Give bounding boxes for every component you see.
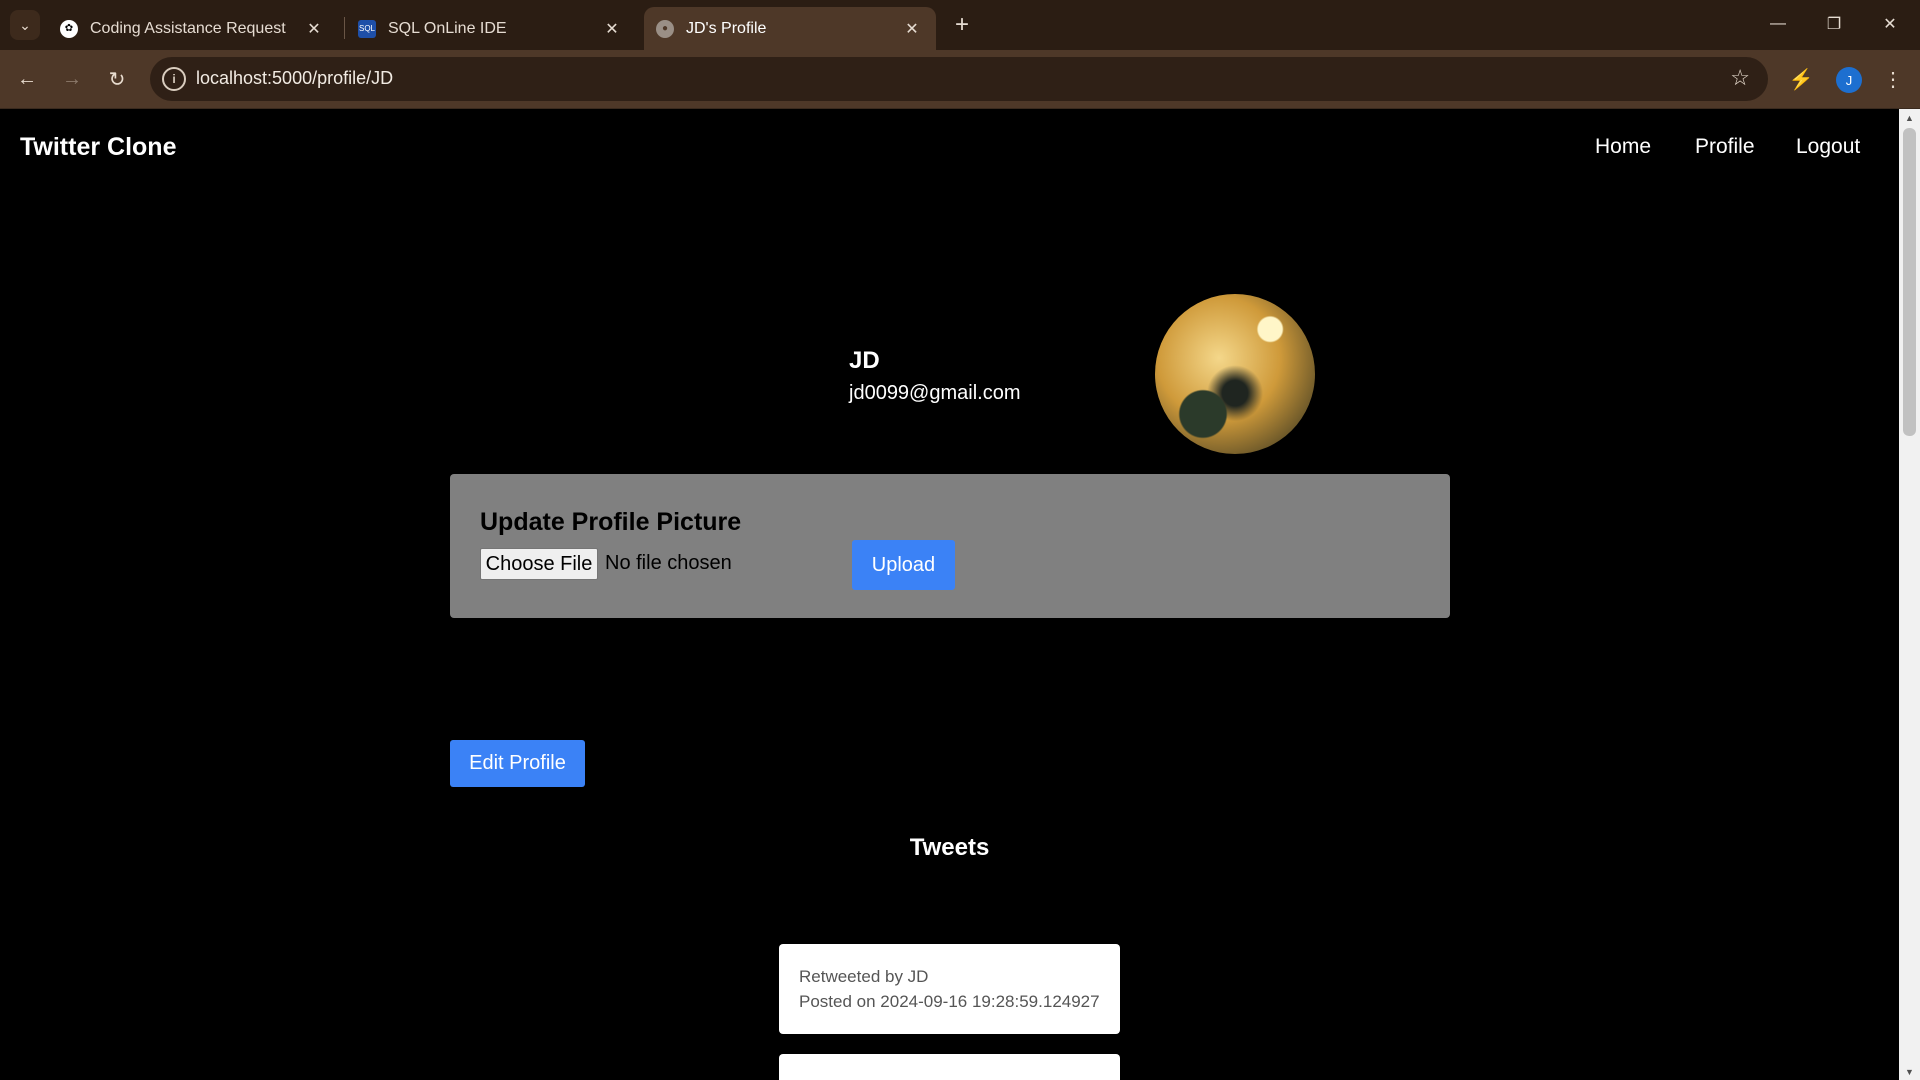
page-scrollbar[interactable]: ▲ ▼ [1899,109,1920,1080]
tab-title: JD's Profile [686,19,767,37]
tab-title: SQL OnLine IDE [388,19,507,37]
nav-link-home[interactable]: Home [1595,135,1651,159]
browser-toolbar: ← → ↻ i localhost:5000/profile/JD ☆ ⚡ ⋮ [0,50,1920,109]
restore-button[interactable]: ❐ [1806,0,1862,48]
tab-separator [344,17,345,39]
chevron-down-icon: ⌄ [19,16,31,33]
close-icon[interactable]: ✕ [304,19,324,39]
tweet-retweeted-by: Retweeted by JD [799,967,929,986]
bookmark-star-icon[interactable]: ☆ [1730,65,1750,91]
minimize-button[interactable]: — [1750,0,1806,48]
nav-link-profile[interactable]: Profile [1695,135,1755,159]
scroll-down-icon[interactable]: ▼ [1899,1063,1920,1080]
browser-profile-avatar[interactable]: J [1836,67,1862,93]
restore-icon: ❐ [1826,16,1842,33]
new-tab-button[interactable]: + [948,11,976,39]
address-bar[interactable]: i localhost:5000/profile/JD ☆ [150,57,1768,101]
plus-icon: + [954,11,969,38]
menu-button[interactable]: ⋮ [1878,64,1908,94]
file-status-text: No file chosen [605,552,732,574]
scrollbar-thumb[interactable] [1903,128,1916,436]
tweets-heading: Tweets [909,834,990,861]
edit-profile-button[interactable]: Edit Profile [450,740,585,787]
close-window-button[interactable]: ✕ [1862,0,1918,48]
tweet-timestamp: Posted on 2024-09-16 19:28:59.124927 [799,992,1100,1011]
close-icon[interactable]: ✕ [602,19,622,39]
arrow-right-icon: → [62,67,82,90]
extensions-button[interactable]: ⚡ [1786,64,1816,94]
profile-username: JD [849,347,880,374]
site-brand[interactable]: Twitter Clone [20,133,176,162]
arrow-left-icon: ← [17,67,37,90]
browser-tab-strip: ⌄ ✿ Coding Assistance Request ✕ SQL SQL … [0,0,1920,50]
url-text[interactable]: localhost:5000/profile/JD [196,68,393,89]
browser-tab[interactable]: ✿ Coding Assistance Request ✕ [48,7,338,50]
close-icon: ✕ [1883,16,1897,33]
site-info-icon[interactable]: i [162,67,186,91]
nav-link-logout[interactable]: Logout [1796,135,1860,159]
globe-icon: ● [656,19,674,38]
tweet-card [779,1054,1120,1080]
back-button[interactable]: ← [12,64,42,94]
extension-icon: ⚡ [1788,68,1814,91]
forward-button[interactable]: → [57,64,87,94]
tab-title: Coding Assistance Request [90,19,286,37]
sql-icon: SQL [358,19,376,38]
profile-email: jd0099@gmail.com [849,382,1021,404]
reload-icon: ↻ [108,68,126,91]
page-viewport: Twitter Clone Home Profile Logout JD jd0… [0,109,1899,1080]
kebab-menu-icon: ⋮ [1883,68,1903,91]
upload-panel-title: Update Profile Picture [480,508,742,536]
openai-icon: ✿ [60,19,78,38]
browser-tab[interactable]: SQL SQL OnLine IDE ✕ [346,7,636,50]
upload-button[interactable]: Upload [852,540,955,590]
minimize-icon: — [1770,15,1786,32]
tweet-card: Retweeted by JD Posted on 2024-09-16 19:… [779,944,1120,1034]
profile-avatar [1155,294,1315,454]
choose-file-button[interactable]: Choose File [480,548,598,580]
reload-button[interactable]: ↻ [102,64,132,94]
close-icon[interactable]: ✕ [902,19,922,39]
upload-profile-picture-panel: Update Profile Picture Choose File No fi… [450,474,1450,618]
scroll-up-icon[interactable]: ▲ [1899,109,1920,126]
browser-tab-active[interactable]: ● JD's Profile ✕ [644,7,936,50]
tab-search-button[interactable]: ⌄ [10,10,40,40]
